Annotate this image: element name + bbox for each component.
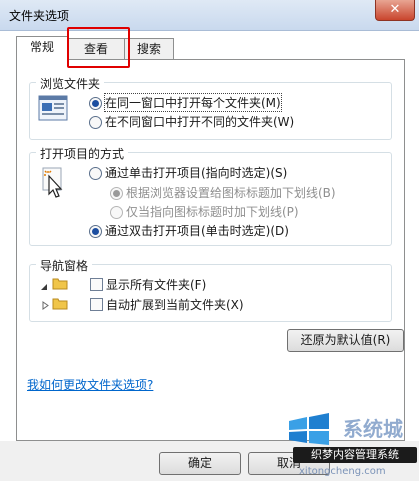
label-underline-point[interactable]: 仅当指向图标标题时加下划线(P): [126, 203, 299, 220]
windows-logo-icon: [289, 413, 329, 445]
tab-search[interactable]: 搜索: [124, 38, 174, 60]
folder-icon: [52, 276, 68, 290]
label-single-click[interactable]: 通过单击打开项目(指向时选定)(S): [105, 164, 287, 181]
title-bar: 文件夹选项 ✕: [0, 0, 419, 31]
browse-folders-group: 浏览文件夹 在同一窗口中打开每个文件夹(M) 在不同窗口中打开不同的文件夹(W): [29, 75, 392, 140]
help-link[interactable]: 我如何更改文件夹选项?: [27, 376, 153, 393]
folder-window-icon: [38, 95, 68, 121]
radio-underline-browser[interactable]: [110, 187, 123, 200]
click-items-group: 打开项目的方式 通过单击打开项目(指向时选定)(S) 根据浏览器设置给图标标题加…: [29, 145, 392, 246]
radio-double-click[interactable]: [89, 225, 102, 238]
label-same-window[interactable]: 在同一窗口中打开每个文件夹(M): [104, 93, 282, 112]
folder-open-icon: [52, 296, 68, 310]
navigation-pane-group: 导航窗格 显示所有文件夹(F) 自动扩展到当前文件夹(X): [29, 257, 392, 322]
restore-defaults-button[interactable]: 还原为默认值(R): [287, 329, 404, 352]
watermark-badge: 织梦内容管理系统: [293, 447, 417, 463]
close-icon: ✕: [389, 2, 401, 17]
radio-underline-point[interactable]: [110, 206, 123, 219]
close-button[interactable]: ✕: [375, 0, 415, 21]
general-tab-panel: 浏览文件夹 在同一窗口中打开每个文件夹(M) 在不同窗口中打开不同的文件夹(W)…: [16, 59, 405, 441]
checkbox-auto-expand[interactable]: [90, 298, 103, 311]
browse-folders-title: 浏览文件夹: [36, 75, 105, 92]
label-show-all-folders[interactable]: 显示所有文件夹(F): [106, 276, 206, 293]
label-double-click[interactable]: 通过双击打开项目(单击时选定)(D): [105, 222, 289, 239]
label-underline-browser[interactable]: 根据浏览器设置给图标标题加下划线(B): [126, 184, 336, 201]
radio-same-window[interactable]: [89, 97, 102, 110]
tab-view[interactable]: 查看: [67, 38, 125, 60]
navigation-pane-title: 导航窗格: [36, 257, 93, 274]
radio-single-click[interactable]: [89, 167, 102, 180]
radio-new-window[interactable]: [89, 116, 102, 129]
watermark-text: 系统城: [343, 417, 403, 441]
click-items-title: 打开项目的方式: [36, 145, 129, 162]
label-new-window[interactable]: 在不同窗口中打开不同的文件夹(W): [105, 113, 294, 130]
tab-general[interactable]: 常规: [16, 36, 68, 61]
watermark: 系统城 织梦内容管理系统 xitongcheng.com: [259, 405, 419, 481]
checkbox-show-all-folders[interactable]: [90, 278, 103, 291]
label-auto-expand[interactable]: 自动扩展到当前文件夹(X): [106, 296, 244, 313]
window-title: 文件夹选项: [9, 9, 70, 23]
ok-button[interactable]: 确定: [159, 452, 241, 475]
collapse-arrow-icon: [42, 299, 50, 310]
expand-arrow-icon: [40, 280, 48, 290]
pointer-click-icon: [42, 167, 68, 201]
watermark-url: xitongcheng.com: [299, 466, 386, 477]
